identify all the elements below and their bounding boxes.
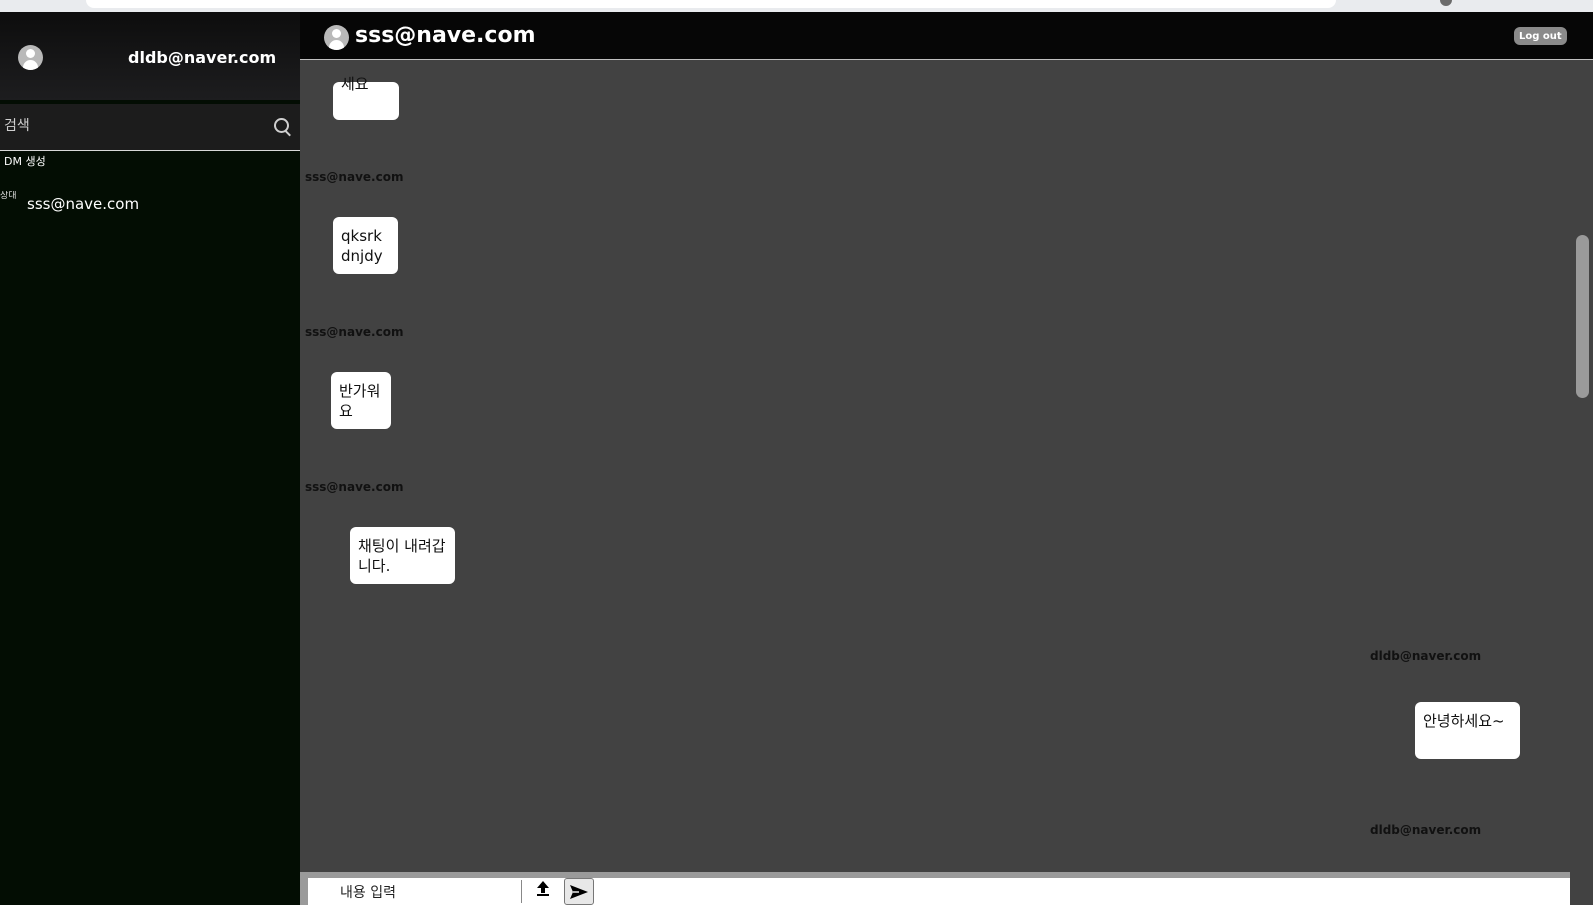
dm-list-item[interactable]: 상대 sss@nave.com [0, 188, 300, 220]
chat-header: sss@nave.com Log out [300, 12, 1593, 60]
message-sender: dldb@naver.com [1370, 823, 1482, 837]
chat-peer-name: sss@nave.com [355, 23, 536, 48]
avatar-icon [18, 45, 43, 70]
broken-image-icon: 상대 [0, 191, 17, 201]
sidebar: dldb@naver.com DM 생성 상대 sss@nave.com [0, 12, 300, 905]
message-text: 세요 [341, 75, 369, 93]
scrollbar[interactable] [1572, 60, 1593, 872]
message-sender: sss@nave.com [305, 170, 404, 184]
profile-icon[interactable] [1440, 0, 1452, 6]
message-bubble: 채팅이 내려갑니다. [350, 527, 455, 584]
current-user-name: dldb@naver.com [128, 48, 277, 67]
avatar-icon [324, 25, 349, 50]
sidebar-header: dldb@naver.com [0, 12, 300, 100]
message-bubble: 반가워요 [331, 372, 391, 429]
dm-item-name: sss@nave.com [27, 195, 140, 213]
send-button[interactable] [564, 878, 594, 905]
address-bar[interactable] [86, 0, 1336, 8]
message-bubble: 세요 [333, 75, 399, 120]
send-arrow-icon [570, 884, 588, 899]
message-input[interactable] [338, 881, 522, 905]
chat-panel: sss@nave.com Log out 세요 sss@nave.com qks… [300, 12, 1593, 905]
message-bubble: 안녕하세요~ [1415, 702, 1520, 759]
message-sender: dldb@naver.com [1370, 649, 1482, 663]
message-sender: sss@nave.com [305, 480, 404, 494]
browser-chrome-strip [0, 0, 1593, 12]
search-icon[interactable] [274, 118, 289, 133]
dm-create-button[interactable]: DM 생성 [4, 153, 46, 169]
composer-box [308, 878, 1570, 905]
upload-button[interactable] [530, 880, 556, 904]
search-bar [0, 104, 300, 151]
scrollbar-thumb[interactable] [1576, 235, 1589, 398]
message-bubble: qksrkdnjdy [333, 217, 398, 274]
search-input[interactable] [2, 112, 266, 140]
message-sender: sss@nave.com [305, 325, 404, 339]
divider [521, 880, 522, 903]
message-list[interactable]: 세요 sss@nave.com qksrkdnjdy sss@nave.com … [300, 60, 1570, 872]
message-composer [300, 872, 1570, 905]
logout-button[interactable]: Log out [1514, 27, 1567, 45]
upload-arrow-icon [537, 881, 549, 896]
